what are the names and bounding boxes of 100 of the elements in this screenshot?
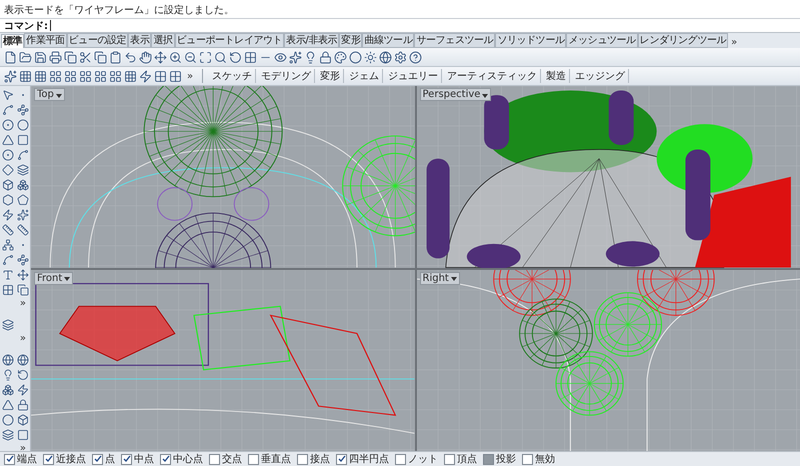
sparkle-icon[interactable] <box>16 209 28 221</box>
dot-grid-icon[interactable] <box>34 70 47 82</box>
toolbar-tab[interactable]: 表示/非表示 <box>284 33 340 48</box>
viewport-title-tab[interactable]: Front <box>34 272 74 284</box>
zoom-in-icon[interactable] <box>169 50 182 64</box>
caret-icon[interactable] <box>64 274 70 282</box>
toolbar-text-button[interactable]: モデリング <box>258 69 316 83</box>
triangle-icon[interactable] <box>2 134 14 146</box>
circle-icon[interactable] <box>2 149 14 161</box>
text-icon[interactable] <box>2 269 14 281</box>
more-tools-button[interactable]: » <box>20 333 26 345</box>
curve-icon[interactable] <box>2 254 14 266</box>
help-icon[interactable] <box>409 50 422 64</box>
network-icon[interactable] <box>2 239 14 251</box>
hexagon-icon[interactable] <box>2 194 14 206</box>
checkbox[interactable] <box>209 454 220 464</box>
toolbar-text-button[interactable]: ジュエリー <box>385 69 442 83</box>
more-tools-button[interactable]: » <box>184 70 196 82</box>
toolbar-tab[interactable]: ビューポートレイアウト <box>174 33 284 48</box>
dot-grid-icon[interactable] <box>124 70 137 82</box>
move-icon[interactable] <box>16 269 28 281</box>
checkbox[interactable] <box>444 454 455 464</box>
checkbox[interactable] <box>43 454 54 464</box>
curve-icon[interactable] <box>16 149 28 161</box>
grid-icon[interactable] <box>244 50 257 64</box>
hand-icon[interactable] <box>139 50 152 64</box>
layers-icon[interactable] <box>2 429 14 441</box>
viewport-title-tab[interactable]: Perspective <box>420 88 492 101</box>
toolbar-tab[interactable]: メッシュツール <box>566 33 638 48</box>
file-icon[interactable] <box>4 50 17 64</box>
box-icon[interactable] <box>16 414 28 426</box>
layers-icon[interactable] <box>16 164 28 176</box>
checkbox[interactable] <box>4 454 15 464</box>
dot-grid-icon[interactable] <box>79 70 92 82</box>
dot-grid-icon[interactable] <box>19 70 32 82</box>
checkbox[interactable] <box>92 454 103 464</box>
sparkle-icon[interactable] <box>289 50 302 64</box>
box-icon[interactable] <box>2 179 14 191</box>
toolbar-tab[interactable]: 標準 <box>1 34 24 48</box>
toolbar-text-button[interactable]: アーティスティック <box>444 69 542 83</box>
caret-icon[interactable] <box>450 274 457 282</box>
toolbar-tab[interactable]: 選択 <box>151 33 175 48</box>
curve-icon[interactable] <box>2 104 14 116</box>
sparkle-icon[interactable] <box>4 70 17 82</box>
viewport-title-tab[interactable]: Right <box>420 272 460 284</box>
sun-icon[interactable] <box>364 50 377 64</box>
toolbar-text-button[interactable]: 製造 <box>543 69 570 83</box>
rectangle-icon[interactable] <box>16 134 28 146</box>
toolbar-tab[interactable]: 変形 <box>339 33 362 48</box>
dot-grid-icon[interactable] <box>94 70 107 82</box>
toolbar-text-button[interactable]: エッジング <box>572 69 630 83</box>
polyline-icon[interactable] <box>16 104 28 116</box>
ruler-icon[interactable] <box>2 224 14 236</box>
toolbar-tab[interactable]: ビューの設定 <box>66 33 128 48</box>
grid-icon[interactable] <box>2 284 14 296</box>
diamond-icon[interactable] <box>2 164 14 176</box>
checkbox[interactable] <box>522 454 533 464</box>
checkbox[interactable] <box>160 454 171 464</box>
pentagon-icon[interactable] <box>16 194 28 206</box>
viewport-title-tab[interactable]: Top <box>34 88 65 101</box>
dot-grid-icon[interactable] <box>64 70 77 82</box>
boxes-icon[interactable] <box>16 179 28 191</box>
copy-icon[interactable] <box>94 50 107 64</box>
lock-icon[interactable] <box>319 50 332 64</box>
checkbox[interactable] <box>121 454 132 464</box>
grid-icon[interactable] <box>154 70 167 82</box>
checkbox[interactable] <box>297 454 308 464</box>
globe-icon[interactable] <box>16 354 28 366</box>
checkbox[interactable] <box>483 454 494 464</box>
palette-icon[interactable] <box>334 50 347 64</box>
polyline-icon[interactable] <box>16 254 28 266</box>
checkbox[interactable] <box>395 454 406 464</box>
scissors-icon[interactable] <box>79 50 92 64</box>
globe-icon[interactable] <box>379 50 392 64</box>
toolbar-tab[interactable]: サーフェスツール <box>414 33 496 48</box>
toolbar-text-button[interactable]: スケッチ <box>209 69 256 83</box>
printer-icon[interactable] <box>49 50 62 64</box>
toolbar-tab[interactable]: レンダリングツール <box>638 33 728 48</box>
boxes-icon[interactable] <box>2 384 14 396</box>
eye-icon[interactable] <box>274 50 287 64</box>
checkbox[interactable] <box>336 454 347 464</box>
circle-icon[interactable] <box>2 119 14 131</box>
rotate-icon[interactable] <box>229 50 242 64</box>
checkbox[interactable] <box>248 454 259 464</box>
lightning-icon[interactable] <box>16 384 28 396</box>
pointer-icon[interactable] <box>2 89 14 101</box>
clipboard-icon[interactable] <box>109 50 122 64</box>
layers-icon[interactable] <box>2 319 14 331</box>
settings-icon[interactable] <box>394 50 407 64</box>
folder-icon[interactable] <box>19 50 32 64</box>
dot-grid-icon[interactable] <box>49 70 62 82</box>
lightning-icon[interactable] <box>139 70 152 82</box>
maximize-icon[interactable] <box>199 50 212 64</box>
toolbar-tab[interactable]: ソリッドツール <box>495 33 566 48</box>
toolbar-tab[interactable]: 表示 <box>128 33 152 48</box>
undo-icon[interactable] <box>124 50 137 64</box>
rotate-icon[interactable] <box>16 369 28 381</box>
grid-icon[interactable] <box>169 70 182 82</box>
move-icon[interactable] <box>154 50 167 64</box>
toolbar-text-button[interactable]: 変形 <box>317 69 344 83</box>
